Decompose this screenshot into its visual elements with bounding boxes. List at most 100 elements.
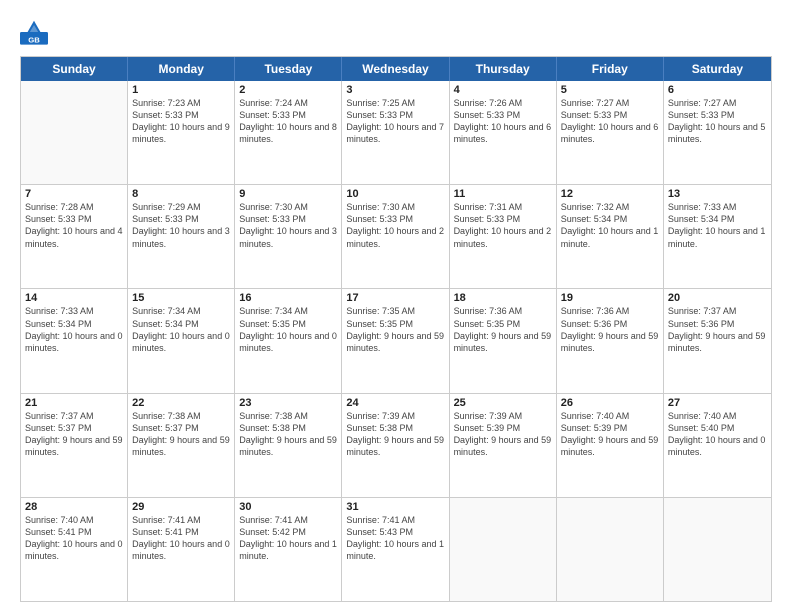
cal-cell-1-0: 7Sunrise: 7:28 AMSunset: 5:33 PMDaylight…	[21, 185, 128, 288]
cal-cell-3-1: 22Sunrise: 7:38 AMSunset: 5:37 PMDayligh…	[128, 394, 235, 497]
cal-cell-4-3: 31Sunrise: 7:41 AMSunset: 5:43 PMDayligh…	[342, 498, 449, 601]
cell-line: Sunset: 5:38 PM	[346, 422, 444, 434]
cell-line: Daylight: 9 hours and 59 minutes.	[25, 434, 123, 458]
cell-line: Daylight: 9 hours and 59 minutes.	[668, 330, 767, 354]
logo: GB	[20, 18, 52, 46]
cell-line: Sunrise: 7:38 AM	[132, 410, 230, 422]
cell-line: Sunset: 5:33 PM	[668, 109, 767, 121]
cal-cell-1-2: 9Sunrise: 7:30 AMSunset: 5:33 PMDaylight…	[235, 185, 342, 288]
day-number: 15	[132, 292, 230, 304]
cell-line: Sunset: 5:42 PM	[239, 526, 337, 538]
cal-cell-2-6: 20Sunrise: 7:37 AMSunset: 5:36 PMDayligh…	[664, 289, 771, 392]
day-number: 13	[668, 188, 767, 200]
cal-cell-4-1: 29Sunrise: 7:41 AMSunset: 5:41 PMDayligh…	[128, 498, 235, 601]
cell-line: Sunset: 5:39 PM	[561, 422, 659, 434]
cell-line: Sunrise: 7:34 AM	[132, 305, 230, 317]
cell-line: Sunset: 5:33 PM	[454, 109, 552, 121]
cal-cell-4-0: 28Sunrise: 7:40 AMSunset: 5:41 PMDayligh…	[21, 498, 128, 601]
cell-line: Sunrise: 7:38 AM	[239, 410, 337, 422]
cell-line: Sunset: 5:33 PM	[561, 109, 659, 121]
calendar: SundayMondayTuesdayWednesdayThursdayFrid…	[20, 56, 772, 602]
cell-line: Sunset: 5:41 PM	[25, 526, 123, 538]
cell-line: Sunrise: 7:30 AM	[346, 201, 444, 213]
cell-line: Daylight: 10 hours and 1 minute.	[239, 538, 337, 562]
day-number: 9	[239, 188, 337, 200]
cell-line: Sunset: 5:34 PM	[132, 318, 230, 330]
cell-line: Sunset: 5:35 PM	[454, 318, 552, 330]
day-number: 11	[454, 188, 552, 200]
cell-line: Sunset: 5:37 PM	[25, 422, 123, 434]
day-number: 31	[346, 501, 444, 513]
cal-cell-3-2: 23Sunrise: 7:38 AMSunset: 5:38 PMDayligh…	[235, 394, 342, 497]
cell-line: Sunrise: 7:40 AM	[25, 514, 123, 526]
day-number: 24	[346, 397, 444, 409]
day-number: 19	[561, 292, 659, 304]
day-number: 3	[346, 84, 444, 96]
cell-line: Sunrise: 7:41 AM	[346, 514, 444, 526]
cell-line: Sunrise: 7:40 AM	[561, 410, 659, 422]
cell-line: Sunrise: 7:37 AM	[25, 410, 123, 422]
day-number: 29	[132, 501, 230, 513]
cell-line: Sunset: 5:35 PM	[239, 318, 337, 330]
cell-line: Sunrise: 7:35 AM	[346, 305, 444, 317]
cell-line: Daylight: 10 hours and 1 minute.	[561, 225, 659, 249]
day-number: 22	[132, 397, 230, 409]
cell-line: Daylight: 10 hours and 7 minutes.	[346, 121, 444, 145]
cell-line: Daylight: 10 hours and 0 minutes.	[132, 538, 230, 562]
cell-line: Sunset: 5:33 PM	[346, 213, 444, 225]
calendar-row-0: 1Sunrise: 7:23 AMSunset: 5:33 PMDaylight…	[21, 81, 771, 184]
cell-line: Daylight: 10 hours and 4 minutes.	[25, 225, 123, 249]
calendar-body: 1Sunrise: 7:23 AMSunset: 5:33 PMDaylight…	[21, 81, 771, 601]
day-number: 12	[561, 188, 659, 200]
cal-cell-3-3: 24Sunrise: 7:39 AMSunset: 5:38 PMDayligh…	[342, 394, 449, 497]
cell-line: Sunrise: 7:40 AM	[668, 410, 767, 422]
cal-cell-1-3: 10Sunrise: 7:30 AMSunset: 5:33 PMDayligh…	[342, 185, 449, 288]
cell-line: Daylight: 10 hours and 2 minutes.	[346, 225, 444, 249]
day-number: 4	[454, 84, 552, 96]
day-number: 8	[132, 188, 230, 200]
cell-line: Sunrise: 7:41 AM	[239, 514, 337, 526]
cell-line: Sunset: 5:35 PM	[346, 318, 444, 330]
cell-line: Daylight: 10 hours and 0 minutes.	[25, 538, 123, 562]
cal-cell-2-1: 15Sunrise: 7:34 AMSunset: 5:34 PMDayligh…	[128, 289, 235, 392]
day-number: 27	[668, 397, 767, 409]
cell-line: Daylight: 9 hours and 59 minutes.	[561, 330, 659, 354]
cell-line: Sunset: 5:41 PM	[132, 526, 230, 538]
header-day-wednesday: Wednesday	[342, 57, 449, 81]
cell-line: Sunset: 5:34 PM	[561, 213, 659, 225]
cell-line: Sunrise: 7:24 AM	[239, 97, 337, 109]
header-day-monday: Monday	[128, 57, 235, 81]
cell-line: Sunset: 5:33 PM	[25, 213, 123, 225]
cell-line: Daylight: 10 hours and 9 minutes.	[132, 121, 230, 145]
page: GB SundayMondayTuesdayWednesdayThursdayF…	[0, 0, 792, 612]
cell-line: Daylight: 9 hours and 59 minutes.	[346, 330, 444, 354]
day-number: 17	[346, 292, 444, 304]
cell-line: Daylight: 9 hours and 59 minutes.	[346, 434, 444, 458]
cell-line: Sunrise: 7:34 AM	[239, 305, 337, 317]
cal-cell-0-6: 6Sunrise: 7:27 AMSunset: 5:33 PMDaylight…	[664, 81, 771, 184]
cal-cell-4-4	[450, 498, 557, 601]
cell-line: Daylight: 10 hours and 0 minutes.	[132, 330, 230, 354]
cell-line: Daylight: 10 hours and 2 minutes.	[454, 225, 552, 249]
cal-cell-3-6: 27Sunrise: 7:40 AMSunset: 5:40 PMDayligh…	[664, 394, 771, 497]
cell-line: Daylight: 10 hours and 8 minutes.	[239, 121, 337, 145]
day-number: 28	[25, 501, 123, 513]
cal-cell-3-5: 26Sunrise: 7:40 AMSunset: 5:39 PMDayligh…	[557, 394, 664, 497]
cell-line: Daylight: 10 hours and 3 minutes.	[132, 225, 230, 249]
cal-cell-0-3: 3Sunrise: 7:25 AMSunset: 5:33 PMDaylight…	[342, 81, 449, 184]
day-number: 26	[561, 397, 659, 409]
cell-line: Sunset: 5:33 PM	[239, 213, 337, 225]
header-day-thursday: Thursday	[450, 57, 557, 81]
cell-line: Sunset: 5:34 PM	[668, 213, 767, 225]
cell-line: Daylight: 10 hours and 0 minutes.	[668, 434, 767, 458]
day-number: 18	[454, 292, 552, 304]
logo-icon: GB	[20, 18, 48, 46]
cal-cell-2-5: 19Sunrise: 7:36 AMSunset: 5:36 PMDayligh…	[557, 289, 664, 392]
cal-cell-0-5: 5Sunrise: 7:27 AMSunset: 5:33 PMDaylight…	[557, 81, 664, 184]
day-number: 5	[561, 84, 659, 96]
cal-cell-0-4: 4Sunrise: 7:26 AMSunset: 5:33 PMDaylight…	[450, 81, 557, 184]
cell-line: Sunrise: 7:27 AM	[668, 97, 767, 109]
cell-line: Sunset: 5:33 PM	[239, 109, 337, 121]
day-number: 14	[25, 292, 123, 304]
cal-cell-0-2: 2Sunrise: 7:24 AMSunset: 5:33 PMDaylight…	[235, 81, 342, 184]
